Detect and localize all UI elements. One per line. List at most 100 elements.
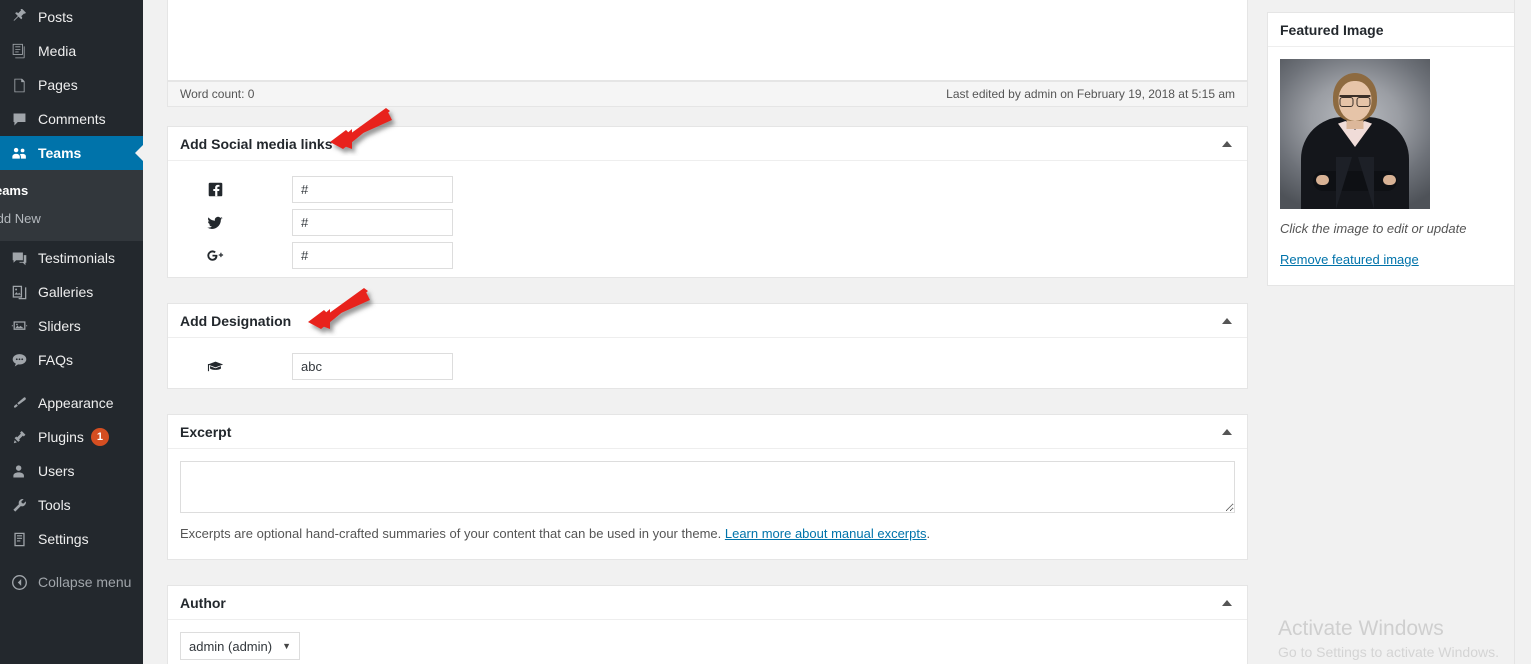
sidebar-item-label: Sliders: [38, 318, 81, 334]
sidebar-item-label: Users: [38, 463, 75, 479]
featured-image-header[interactable]: Featured Image: [1268, 13, 1531, 47]
sidebar-item-testimonials[interactable]: Testimonials: [0, 241, 143, 275]
caret-up-icon[interactable]: [1215, 132, 1239, 156]
sidebar-item-media[interactable]: Media: [0, 34, 143, 68]
sidebar-item-plugins[interactable]: Plugins 1: [0, 420, 143, 454]
collapse-menu-label: Collapse menu: [38, 574, 132, 590]
social-row-twitter: [180, 206, 1235, 239]
author-metabox: Author admin (admin) ▼: [167, 585, 1248, 664]
remove-featured-image-link[interactable]: Remove featured image: [1280, 252, 1419, 267]
facebook-icon: [180, 181, 250, 198]
sidebar-submenu-teams: Teams Add New: [0, 170, 143, 241]
main-content-column: Word count: 0 Last edited by admin on Fe…: [143, 0, 1265, 664]
users-icon: [9, 461, 29, 481]
sidebar-item-pages[interactable]: Pages: [0, 68, 143, 102]
author-title: Author: [180, 594, 226, 611]
sidebar-item-appearance[interactable]: Appearance: [0, 386, 143, 420]
testimonial-icon: [9, 248, 29, 268]
caret-up-icon[interactable]: [1215, 309, 1239, 333]
sidebar-item-comments[interactable]: Comments: [0, 102, 143, 136]
last-edited-label: Last edited by admin on February 19, 201…: [946, 87, 1235, 101]
designation-row: [180, 350, 1235, 383]
designation-title: Add Designation: [180, 312, 292, 329]
faq-icon: [9, 350, 29, 370]
content-editor-area[interactable]: [167, 0, 1248, 81]
plugins-update-badge: 1: [90, 428, 109, 446]
sidebar-item-label: Tools: [38, 497, 71, 513]
sidebar-item-posts[interactable]: Posts: [0, 0, 143, 34]
sidebar-item-label: Pages: [38, 77, 78, 93]
author-header[interactable]: Author: [168, 586, 1247, 620]
designation-metabox: Add Designation: [167, 303, 1248, 389]
wrench-icon: [9, 495, 29, 515]
submenu-item-add-new[interactable]: Add New: [0, 205, 143, 233]
sidebar-item-users[interactable]: Users: [0, 454, 143, 488]
author-selected-value: admin (admin): [189, 638, 273, 654]
plugin-icon: [9, 427, 29, 447]
featured-image-caption: Click the image to edit or update: [1280, 221, 1467, 236]
designation-body: [168, 338, 1247, 395]
collapse-menu-button[interactable]: Collapse menu: [0, 565, 143, 599]
excerpt-note-text: Excerpts are optional hand-crafted summa…: [180, 526, 725, 541]
sidebar-item-label: Testimonials: [38, 250, 116, 266]
sidebar-separator-2: [0, 556, 143, 565]
social-media-metabox: Add Social media links: [167, 126, 1248, 278]
right-sidebar-column: Featured Image Click the image to edit o…: [1265, 0, 1531, 664]
sidebar-item-label: Media: [38, 43, 77, 59]
excerpt-metabox: Excerpt Excerpts are optional hand-craft…: [167, 414, 1248, 560]
excerpt-textarea[interactable]: [180, 461, 1235, 513]
sidebar-item-label: Teams: [38, 145, 82, 161]
featured-image-body: Click the image to edit or update Remove…: [1268, 47, 1531, 285]
twitter-url-input[interactable]: [292, 209, 453, 236]
social-media-header[interactable]: Add Social media links: [168, 127, 1247, 161]
page-icon: [9, 75, 29, 95]
wordpress-admin-screen: Posts Media Pages Comments Teams ams dd …: [0, 0, 1531, 664]
designation-input[interactable]: [292, 353, 453, 380]
googleplus-icon: [180, 247, 250, 264]
sidebar-separator-1: [0, 377, 143, 386]
social-media-title: Add Social media links: [180, 135, 333, 152]
sidebar-item-faqs[interactable]: FAQs: [0, 343, 143, 377]
social-media-body: [168, 161, 1247, 284]
sidebar-item-label: Galleries: [38, 284, 94, 300]
comment-icon: [9, 109, 29, 129]
caret-up-icon[interactable]: [1215, 591, 1239, 615]
twitter-icon: [180, 214, 250, 232]
sidebar-item-label: Posts: [38, 9, 74, 25]
sidebar-item-sliders[interactable]: Sliders: [0, 309, 143, 343]
slider-icon: [9, 316, 29, 336]
editor-status-bar: Word count: 0 Last edited by admin on Fe…: [167, 81, 1248, 107]
excerpt-note-period: .: [926, 526, 931, 541]
sidebar-item-settings[interactable]: Settings: [0, 522, 143, 556]
sidebar-item-tools[interactable]: Tools: [0, 488, 143, 522]
featured-image-title: Featured Image: [1280, 21, 1384, 38]
manual-excerpts-link[interactable]: Learn more about manual excerpts: [725, 526, 927, 541]
pin-icon: [9, 7, 29, 27]
caret-up-icon[interactable]: [1215, 420, 1239, 444]
page-vertical-scrollbar[interactable]: [1514, 0, 1531, 664]
chevron-down-icon: ▼: [282, 640, 292, 651]
settings-icon: [9, 529, 29, 549]
sidebar-item-galleries[interactable]: Galleries: [0, 275, 143, 309]
sidebar-item-label: FAQs: [38, 352, 74, 368]
facebook-url-input[interactable]: [292, 176, 453, 203]
collapse-arrow-icon: [9, 572, 29, 592]
admin-sidebar: Posts Media Pages Comments Teams ams dd …: [0, 0, 143, 664]
sidebar-item-label: Settings: [38, 531, 89, 547]
excerpt-body: Excerpts are optional hand-crafted summa…: [168, 449, 1247, 555]
excerpt-title: Excerpt: [180, 423, 232, 440]
author-body: admin (admin) ▼: [168, 620, 1247, 664]
sidebar-item-label: Comments: [38, 111, 106, 127]
social-row-googleplus: [180, 239, 1235, 272]
submenu-item-teams[interactable]: Teams: [0, 177, 143, 205]
social-row-facebook: [180, 173, 1235, 206]
designation-header[interactable]: Add Designation: [168, 304, 1247, 338]
graduation-cap-icon: [180, 358, 250, 375]
author-select[interactable]: admin (admin) ▼: [180, 632, 301, 660]
featured-image-thumbnail[interactable]: [1280, 59, 1430, 209]
excerpt-header[interactable]: Excerpt: [168, 415, 1247, 449]
sidebar-item-teams[interactable]: Teams: [0, 136, 143, 170]
excerpt-help-text: Excerpts are optional hand-crafted summa…: [180, 525, 1235, 543]
groups-icon: [9, 143, 29, 163]
googleplus-url-input[interactable]: [292, 242, 453, 269]
